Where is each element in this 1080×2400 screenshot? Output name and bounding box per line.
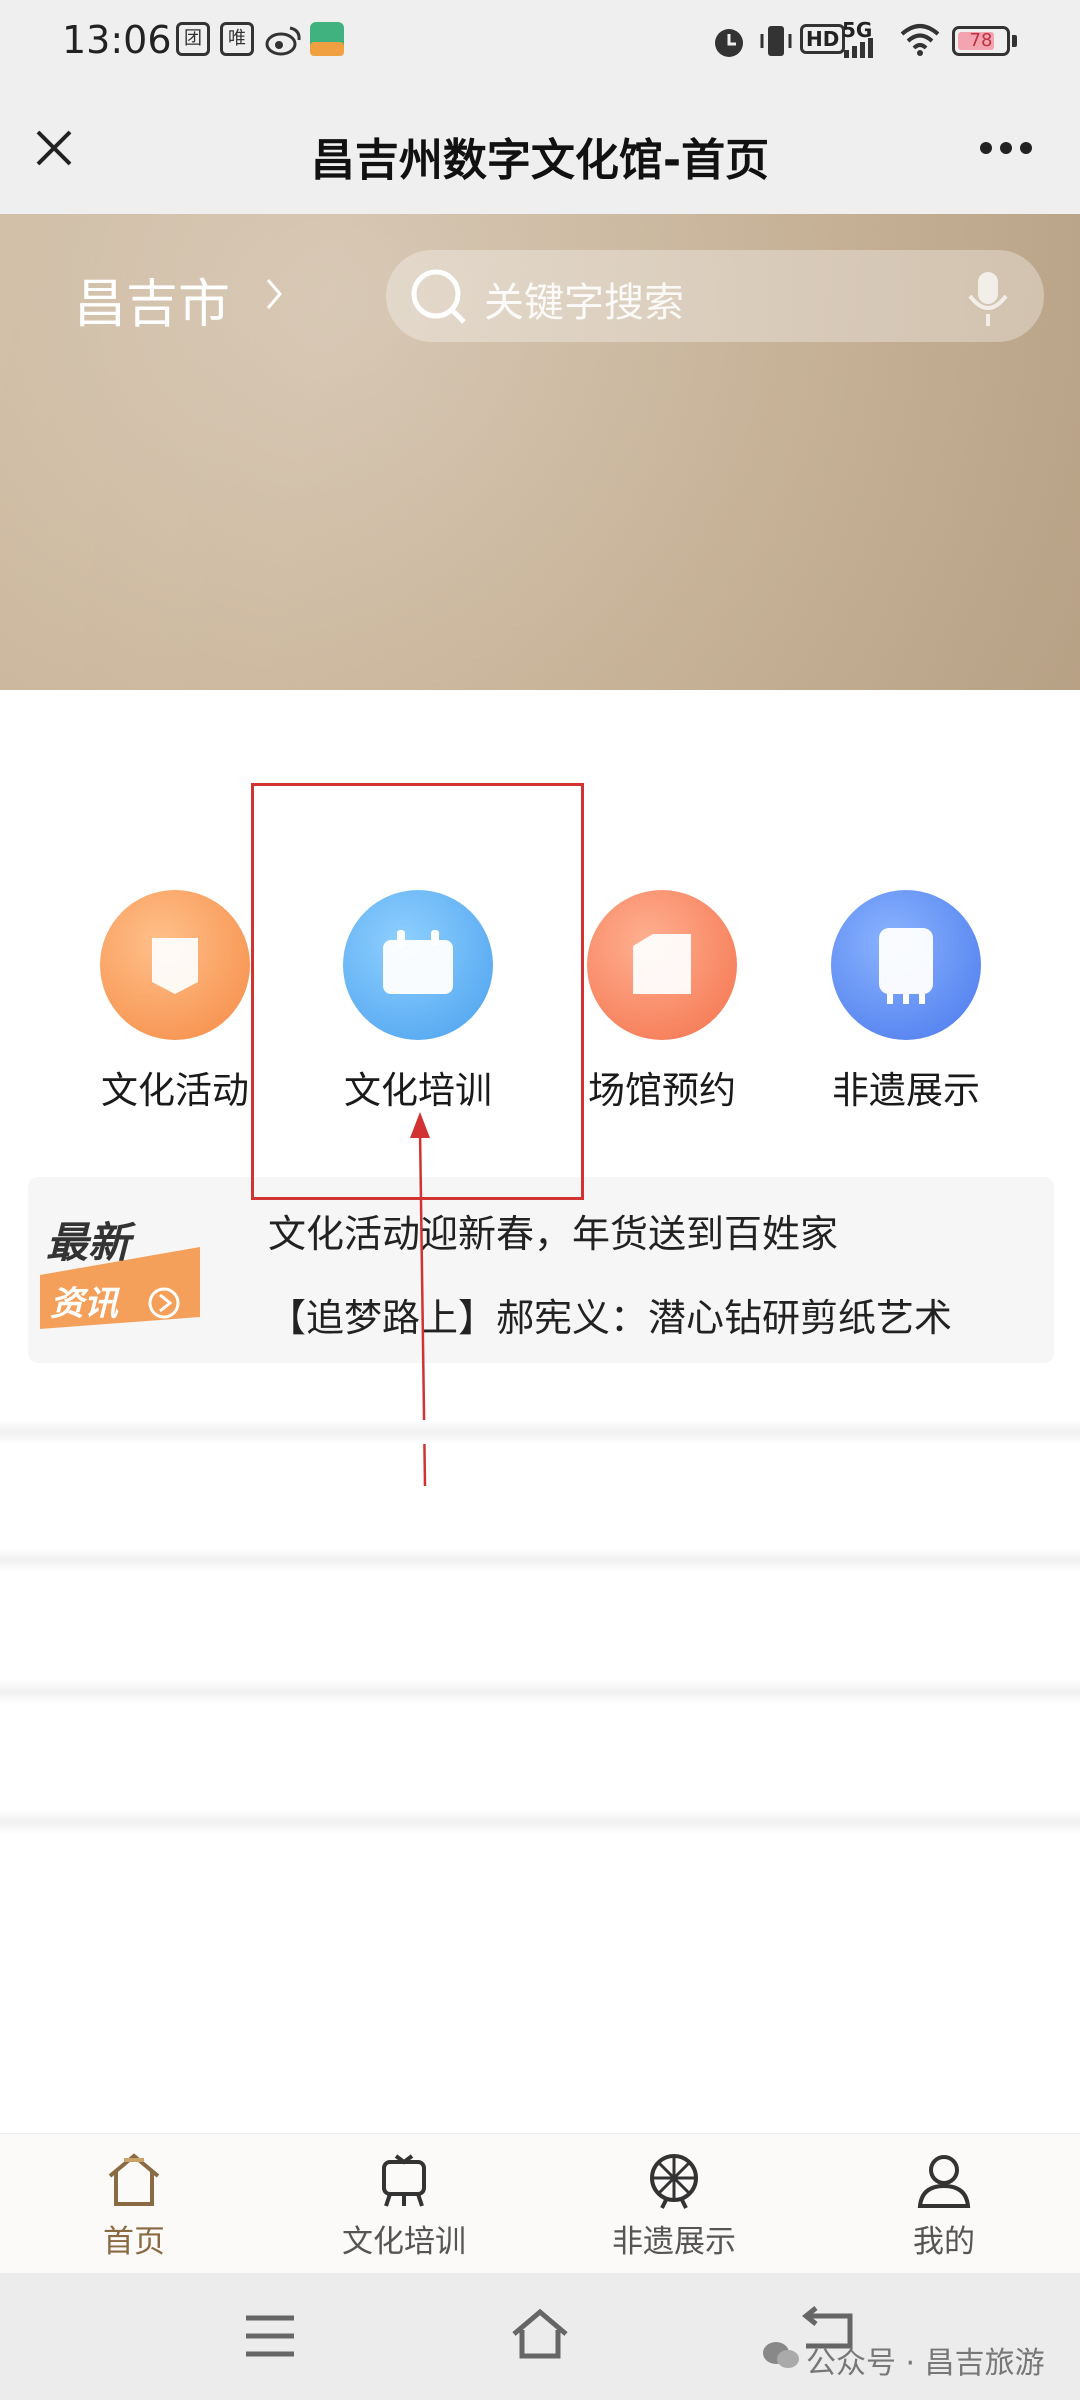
battery-icon: 78 (952, 26, 1010, 56)
heritage-display-icon (831, 890, 981, 1040)
page-title: 昌吉州数字文化馆-首页 (310, 135, 770, 186)
placeholder-divider (0, 1810, 1080, 1834)
city-name: 昌吉市 (74, 275, 231, 335)
microphone-icon[interactable] (966, 270, 1010, 328)
news-item[interactable]: 文化活动迎新春，年货送到百姓家 (268, 1203, 838, 1258)
placeholder-divider (0, 1420, 1080, 1444)
menu-icon[interactable] (244, 2314, 296, 2358)
profile-icon (917, 2155, 971, 2208)
training-icon (382, 2154, 426, 2207)
app-notification-icon: 唯 (220, 22, 254, 56)
search-placeholder: 关键字搜索 (484, 280, 684, 326)
app-notification-icon: 团 (176, 22, 210, 56)
more-dots-icon[interactable] (978, 138, 1034, 158)
home-icon (108, 2153, 160, 2206)
signal-icon (844, 38, 873, 58)
tab-label: 我的 (913, 2224, 975, 2260)
tab-culture-training[interactable]: 文化培训 (304, 2140, 504, 2270)
svg-text:资讯: 资讯 (50, 1284, 121, 1324)
tab-label: 非遗展示 (612, 2224, 736, 2260)
watermark: 公众号 · 昌吉旅游 (806, 2346, 1045, 2381)
alarm-icon (715, 29, 743, 57)
venue-booking-icon (587, 890, 737, 1040)
wechat-icon (763, 2342, 799, 2368)
heritage-icon (650, 2154, 698, 2209)
weibo-icon (265, 26, 301, 56)
app-badge-icon (310, 22, 344, 56)
culture-activity-icon (100, 890, 250, 1040)
news-item[interactable]: 【追梦路上】郝宪义：潜心钻研剪纸艺术 (268, 1287, 952, 1342)
status-time: 13:06 (62, 18, 172, 62)
tab-heritage-display[interactable]: 非遗展示 (574, 2140, 774, 2270)
chevron-right-icon (266, 279, 282, 309)
nav-label: 非遗展示 (832, 1069, 980, 1112)
news-badge-icon: 最新 资讯 (40, 1218, 200, 1329)
svg-text:最新: 最新 (46, 1218, 137, 1267)
battery-tip (1012, 35, 1017, 47)
tab-label: 文化培训 (342, 2224, 466, 2260)
tab-profile[interactable]: 我的 (844, 2140, 1044, 2270)
placeholder-divider (0, 1548, 1080, 1572)
nav-culture-activity[interactable]: 文化活动 (75, 890, 275, 1112)
hd-icon: HD (800, 24, 846, 54)
city-selector[interactable]: 昌吉市 (74, 262, 230, 337)
news-ticker[interactable]: 最新 资讯 文化活动迎新春，年货送到百姓家 【追梦路上】郝宪义：潜心钻研剪纸艺术 (28, 1177, 1054, 1363)
placeholder-divider (0, 1680, 1080, 1704)
wifi-icon (900, 24, 940, 56)
vibrate-icon (760, 26, 792, 56)
nav-heritage-display[interactable]: 非遗展示 (806, 890, 1006, 1112)
nav-venue-booking[interactable]: 场馆预约 (562, 890, 762, 1112)
tab-home[interactable]: 首页 (34, 2140, 234, 2270)
tab-label: 首页 (103, 2224, 165, 2260)
home-button-icon[interactable] (510, 2308, 570, 2360)
search-icon (411, 269, 466, 324)
battery-level: 78 (969, 30, 993, 51)
